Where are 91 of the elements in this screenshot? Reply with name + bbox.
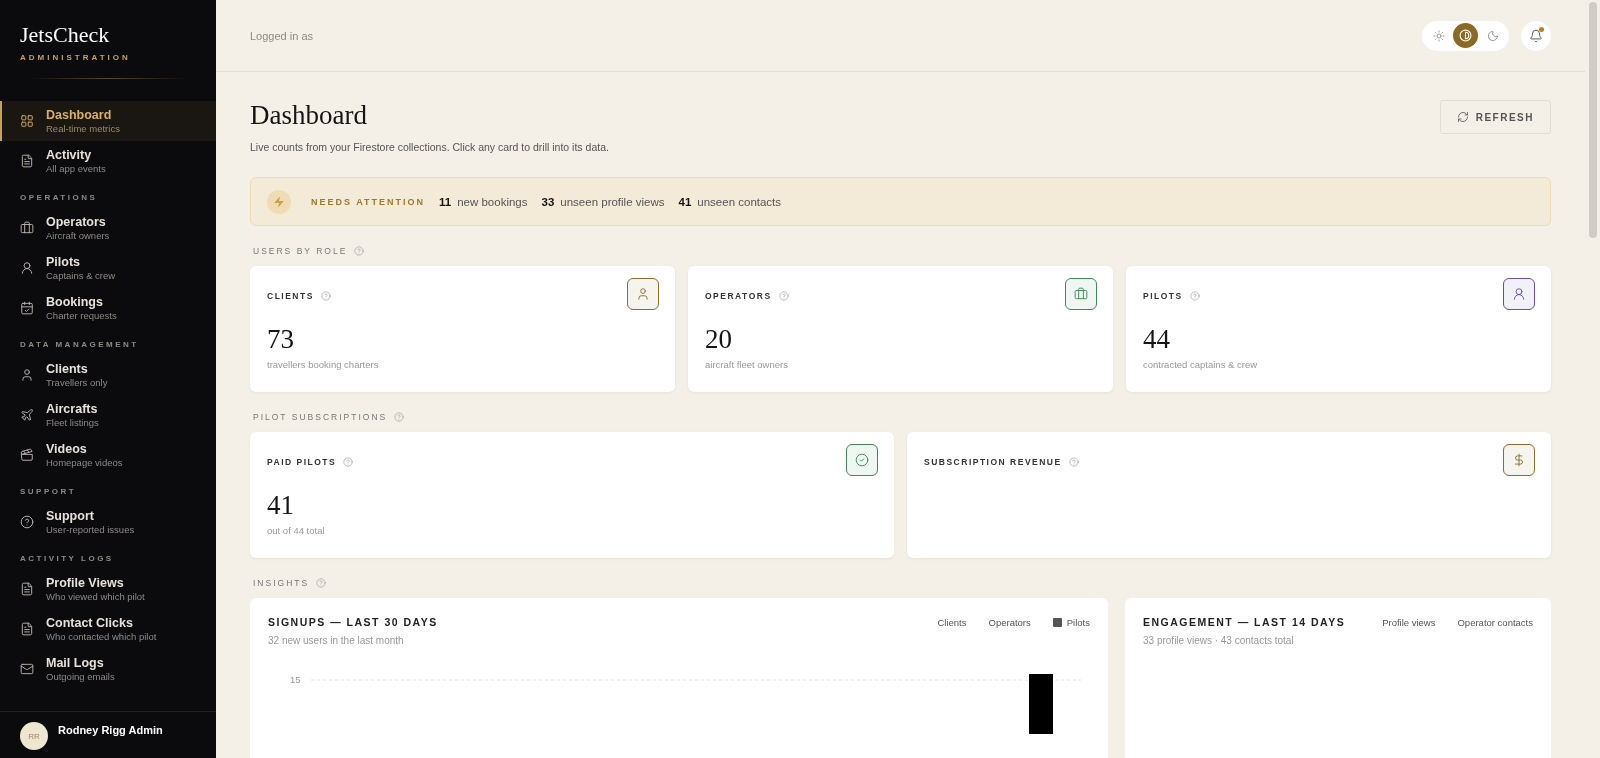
chart-subtitle: 32 new users in the last month <box>268 635 405 646</box>
help-icon[interactable] <box>1189 291 1200 301</box>
stat-caption: out of 44 total <box>267 525 326 536</box>
help-icon[interactable] <box>1068 457 1079 467</box>
nav-item[interactable]: Profile Views Who viewed which pilot <box>0 569 216 609</box>
card-title: PILOTS <box>1143 291 1183 301</box>
stat-caption: aircraft fleet owners <box>705 359 789 370</box>
nav-section-label: ACTIVITY LOGS <box>19 553 115 565</box>
lightning-icon <box>267 189 291 214</box>
person-icon <box>20 261 34 275</box>
nav-item[interactable]: Support User-reported issues <box>0 502 216 542</box>
refresh-icon <box>1456 111 1469 123</box>
nav-item[interactable]: Operators Aircraft owners <box>0 208 216 248</box>
stat-value: 44 <box>1143 324 1171 355</box>
legend-item[interactable]: Pilots <box>1052 616 1090 628</box>
person-icon <box>20 368 34 382</box>
chart-subtitle: 33 profile views · 43 contacts total <box>1143 635 1295 646</box>
section-title: PILOT SUBSCRIPTIONS <box>253 412 388 422</box>
stat-card[interactable]: PAID PILOTS 41 out of 44 total <box>250 432 894 558</box>
stat-value: 73 <box>267 324 295 355</box>
chart-title: ENGAGEMENT — LAST 14 DAYS <box>1143 616 1346 628</box>
stat-value: 41 <box>267 490 295 521</box>
nav-item[interactable]: Bookings Charter requests <box>0 288 216 328</box>
sun-icon <box>1432 29 1445 42</box>
help-icon[interactable] <box>394 412 405 422</box>
section-title: USERS BY ROLE <box>253 246 348 256</box>
page-subtitle: Live counts from your Firestore collections. Click any card to drill into its data. <box>250 141 609 153</box>
nav-item[interactable]: Videos Homepage videos <box>0 435 216 475</box>
attention-count[interactable]: 33 unseen profile views <box>541 195 665 208</box>
legend-item[interactable]: Profile views <box>1382 616 1436 628</box>
attention-label: NEEDS ATTENTION <box>311 196 425 207</box>
stat-card[interactable]: PILOTS 44 contracted captains & crew <box>1126 266 1551 392</box>
bell-icon <box>1529 28 1543 43</box>
card-title: OPERATORS <box>705 291 772 301</box>
dollar-icon <box>1512 453 1526 467</box>
help-icon[interactable] <box>354 246 365 256</box>
nav-item[interactable]: Clients Travellers only <box>0 355 216 395</box>
theme-auto-button[interactable] <box>1453 23 1478 48</box>
stat-caption: travellers booking charters <box>267 359 380 370</box>
stat-card[interactable]: CLIENTS 73 travellers booking charters <box>250 266 675 392</box>
grid-icon <box>20 114 34 128</box>
nav-item[interactable]: Dashboard Real-time metrics <box>0 101 216 141</box>
nav-item[interactable]: Mail Logs Outgoing emails <box>0 649 216 689</box>
brand-logo: JetsCheck <box>20 22 111 48</box>
page-title: Dashboard <box>250 100 368 131</box>
stat-card[interactable]: OPERATORS 20 aircraft fleet owners <box>688 266 1113 392</box>
help-icon[interactable] <box>343 457 354 467</box>
document-icon <box>20 622 34 636</box>
briefcase-icon <box>20 221 34 235</box>
brand-tagline: ADMINISTRATION <box>20 53 132 62</box>
card-title: CLIENTS <box>267 291 314 301</box>
card-title: PAID PILOTS <box>267 457 337 467</box>
nav-item[interactable]: Aircrafts Fleet listings <box>0 395 216 435</box>
nav-item[interactable]: Contact Clicks Who contacted which pilot <box>0 609 216 649</box>
nav-section-label: SUPPORT <box>19 486 78 498</box>
refresh-button[interactable]: REFRESH <box>1439 100 1551 134</box>
nav-item[interactable]: Pilots Captains & crew <box>0 248 216 288</box>
stat-caption: contracted captains & crew <box>1143 359 1259 370</box>
notifications-button[interactable] <box>1521 20 1551 51</box>
legend-item[interactable]: Operators <box>988 616 1031 628</box>
briefcase-icon <box>1074 287 1088 301</box>
nav-section-label: DATA MANAGEMENT <box>19 339 140 351</box>
stat-card[interactable]: SUBSCRIPTION REVENUE <box>907 432 1551 558</box>
stat-value: 20 <box>705 324 733 355</box>
document-icon <box>20 154 34 168</box>
document-icon <box>20 582 34 596</box>
user-name: Rodney Rigg Admin <box>58 724 163 736</box>
help-icon[interactable] <box>316 578 327 588</box>
legend-item[interactable]: Operator contacts <box>1457 616 1533 628</box>
person-icon <box>1512 287 1526 301</box>
card-title: SUBSCRIPTION REVENUE <box>924 457 1062 467</box>
person-icon <box>636 287 650 301</box>
attention-count[interactable]: 41 unseen contacts <box>678 195 782 208</box>
help-icon[interactable] <box>778 291 789 301</box>
calendar-icon <box>20 301 34 315</box>
nav-section-label: OPERATIONS <box>19 192 99 204</box>
video-icon <box>20 448 34 462</box>
contrast-icon <box>1459 29 1472 42</box>
help-icon[interactable] <box>320 291 331 301</box>
check-circle-icon <box>855 453 869 467</box>
nav-item[interactable]: Activity All app events <box>0 141 216 181</box>
section-title: INSIGHTS <box>253 578 310 588</box>
plane-icon <box>20 408 34 422</box>
chart-title: SIGNUPS — LAST 30 DAYS <box>268 616 438 628</box>
axis-tick-label: 15 <box>290 674 301 685</box>
legend-item[interactable]: Clients <box>937 616 967 628</box>
mail-icon <box>20 662 34 676</box>
moon-icon <box>1486 29 1499 42</box>
attention-count[interactable]: 11 new bookings <box>439 195 528 208</box>
logged-in-text: Logged in as <box>250 29 313 42</box>
help-icon <box>20 515 34 529</box>
